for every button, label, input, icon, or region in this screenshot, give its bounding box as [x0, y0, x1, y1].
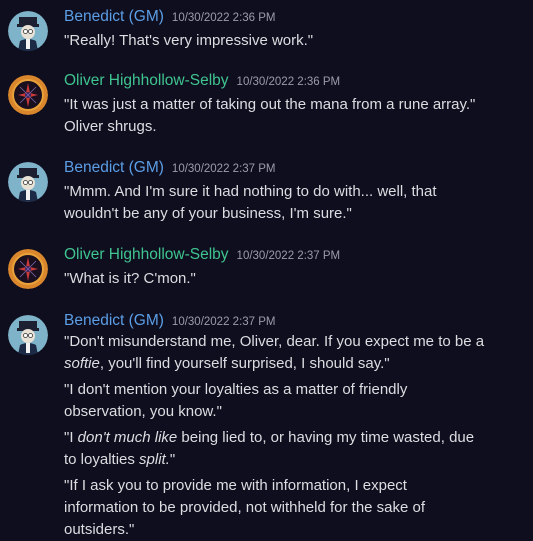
message-text-rest: being lied to, or having my time wasted,… — [177, 429, 475, 446]
gm-avatar-icon[interactable] — [8, 11, 48, 51]
message-text: Oliver shrugs. — [64, 118, 157, 135]
message-text: "It was just a matter of taking out the … — [64, 96, 476, 113]
timestamp: 10/30/2022 2:36 PM — [171, 12, 276, 24]
message-text: observation, you know." — [64, 403, 222, 420]
timestamp: 10/30/2022 2:37 PM — [171, 316, 276, 328]
message-header: Oliver Highhollow-Selby 10/30/2022 2:37 … — [64, 246, 340, 268]
message-header: Benedict (GM) 10/30/2022 2:36 PM — [64, 8, 276, 30]
message-text-start: to loyalties — [64, 451, 140, 468]
message-text: "Really! That's very impressive work." — [64, 32, 314, 49]
message-text: outsiders." — [64, 521, 135, 538]
message-text-rest: " — [169, 451, 176, 468]
gm-avatar-icon[interactable] — [8, 315, 48, 355]
message-text: wouldn't be any of your business, I'm su… — [64, 205, 352, 222]
italic-text: don't much like — [77, 429, 178, 446]
oliver-avatar-icon[interactable] — [8, 75, 48, 115]
oliver-avatar-icon[interactable] — [8, 249, 48, 289]
message-text: "If I ask you to provide me with informa… — [64, 477, 407, 494]
italic-text: split. — [139, 451, 170, 468]
chat-log: Benedict (GM) 10/30/2022 2:36 PM "Really… — [0, 0, 533, 541]
author-name[interactable]: Oliver Highhollow-Selby — [64, 72, 229, 90]
message-text: information to be provided, not withheld… — [64, 499, 426, 516]
message-header: Benedict (GM) 10/30/2022 2:37 PM — [64, 159, 276, 181]
message-text: "Mmm. And I'm sure it had nothing to do … — [64, 183, 437, 200]
timestamp: 10/30/2022 2:37 PM — [236, 250, 341, 262]
message-text: softie, you'll find yourself surprised, … — [64, 353, 526, 375]
author-name[interactable]: Benedict (GM) — [64, 8, 164, 26]
message-text: "What is it? C'mon." — [64, 270, 196, 287]
timestamp: 10/30/2022 2:37 PM — [171, 163, 276, 175]
author-name[interactable]: Benedict (GM) — [64, 159, 164, 177]
gm-avatar-icon[interactable] — [8, 162, 48, 202]
message-text: to loyalties split." — [64, 449, 526, 471]
timestamp: 10/30/2022 2:36 PM — [236, 76, 341, 88]
message-header: Oliver Highhollow-Selby 10/30/2022 2:36 … — [64, 72, 340, 94]
message-text: "I don't much like being lied to, or hav… — [64, 427, 526, 449]
author-name[interactable]: Benedict (GM) — [64, 312, 164, 330]
message-text-start: "I — [64, 429, 78, 446]
author-name[interactable]: Oliver Highhollow-Selby — [64, 246, 229, 264]
message-text: "I don't mention your loyalties as a mat… — [64, 381, 408, 398]
italic-text: softie — [64, 355, 100, 372]
message-text-rest: , you'll find yourself surprised, I shou… — [99, 355, 390, 372]
message-text: "Don't misunderstand me, Oliver, dear. I… — [64, 333, 485, 350]
